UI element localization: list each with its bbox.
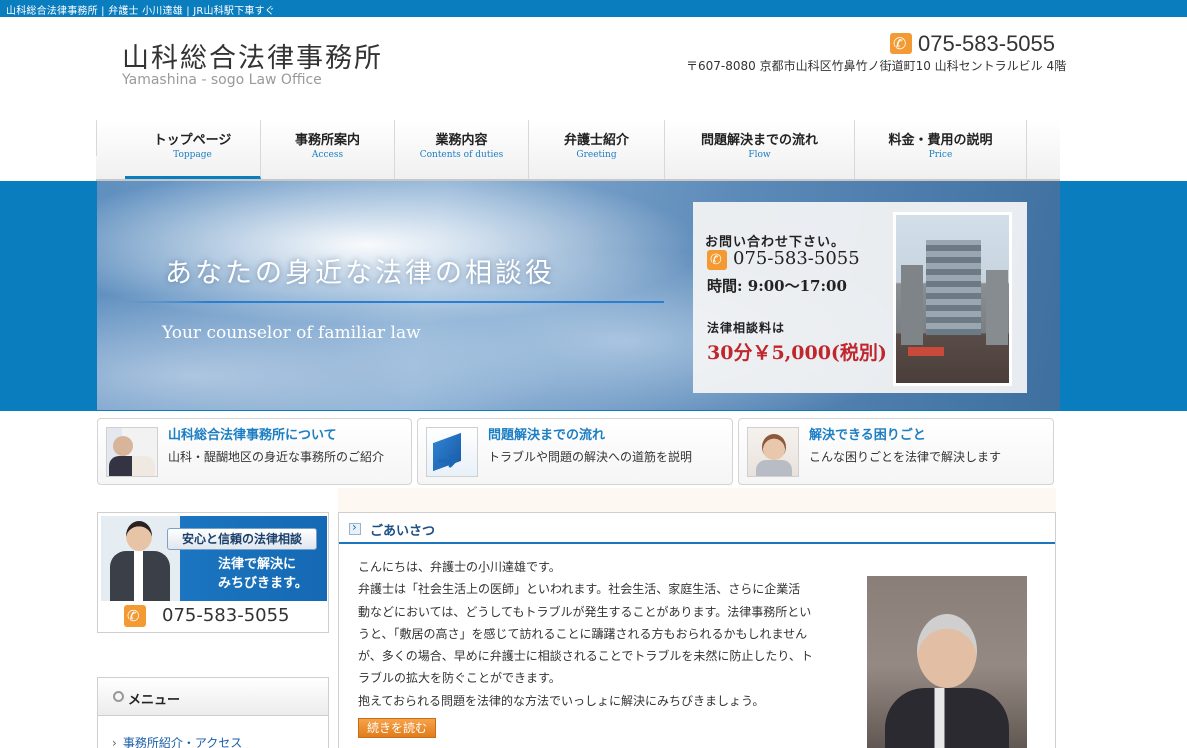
- nav-sublabel: Access: [311, 150, 344, 160]
- read-more-button[interactable]: 続きを読む: [358, 718, 436, 738]
- building-sign: [908, 347, 944, 356]
- banner-message-line: 法律で解決に: [218, 557, 297, 572]
- nav-item-toppage[interactable]: トップページ Toppage: [125, 120, 261, 179]
- sidebar-menu-title: メニュー: [128, 693, 181, 708]
- nav-label: トップページ: [153, 133, 232, 148]
- office-building-photo: [893, 212, 1012, 386]
- greeting-title: ごあいさつ: [370, 524, 436, 539]
- nav-label: 料金・費用の説明: [888, 133, 993, 148]
- nav-label: 業務内容: [435, 133, 488, 148]
- nav-label: 問題解決までの流れ: [700, 133, 818, 148]
- feature-card-description: 山科・醍醐地区の身近な事務所のご紹介: [168, 450, 385, 464]
- banner-tag: 安心と信頼の法律相談: [167, 528, 317, 550]
- feature-card-description: こんな困りごとを法律で解決します: [809, 450, 1002, 464]
- greeting-line: 抱えておられる問題を法律的な方法でいっしょに解決にみちびきましょう。: [358, 693, 765, 708]
- building-wing: [986, 270, 1008, 345]
- header-phone-number: 075-583-5055: [918, 31, 1056, 56]
- feature-card-title: 問題解決までの流れ: [488, 428, 606, 443]
- woman-thumbnail: [747, 427, 799, 477]
- feature-card-about[interactable]: 山科総合法律事務所について 山科・醍醐地区の身近な事務所のご紹介: [97, 418, 412, 485]
- fee-label: 法律相談料は: [707, 321, 786, 335]
- site-logo-english: Yamashina - sogo Law Office: [122, 72, 322, 88]
- banner-message-line: みちびきます。: [218, 576, 308, 591]
- greeting-line: ラブルの拡大を防ぐことができます。: [358, 671, 561, 686]
- feature-card-title: 山科総合法律事務所について: [168, 428, 337, 443]
- nav-sublabel: Contents of duties: [419, 150, 504, 160]
- greeting-header: ごあいさつ: [339, 513, 1055, 544]
- consultation-fee: 30分￥5,000(税別): [707, 342, 887, 364]
- feature-card-problems[interactable]: 解決できる困りごと こんな困りごとを法律で解決します: [738, 418, 1054, 485]
- sidebar-item-label: 事務所紹介・アクセス: [122, 736, 243, 748]
- phone-icon: [124, 605, 146, 627]
- hero-banner: あなたの身近な法律の相談役 Your counselor of familiar…: [97, 181, 1060, 410]
- nav-label: 弁護士紹介: [563, 133, 629, 148]
- top-strip-text: 山科総合法律事務所 | 弁護士 小川達雄 | JR山科駅下車すぐ: [6, 6, 275, 17]
- main-navigation: トップページ Toppage 事務所案内 Access 業務内容 Content…: [96, 120, 1060, 182]
- feature-card-flow[interactable]: 問題解決までの流れ トラブルや問題の解決への道筋を説明: [417, 418, 733, 485]
- nav-sublabel: Flow: [748, 150, 771, 160]
- greeting-line: 弁護士は「社会生活上の医師」といわれます。社会生活、家庭生活、さらに企業活: [358, 582, 801, 597]
- greeting-body: こんにちは、弁護士の小川達雄です。 弁護士は「社会生活上の医師」といわれます。社…: [358, 556, 843, 712]
- chevron-box-icon: [349, 520, 361, 535]
- contact-phone: 075-583-5055: [733, 248, 860, 269]
- greeting-line: 動などにおいては、どうしてもトラブルが発生することがあります。法律事務所とい: [358, 604, 812, 619]
- lawyer-illustration: [106, 517, 176, 601]
- office-hours: 時間: 9:00～17:00: [707, 277, 847, 295]
- phone-icon: [890, 33, 912, 54]
- contact-panel: お問い合わせ下さい。 075-583-5055 時間: 9:00～17:00 法…: [693, 202, 1027, 393]
- nav-sublabel: Price: [928, 150, 953, 160]
- phone-icon: [707, 250, 727, 270]
- nav-sublabel: Greeting: [576, 150, 617, 160]
- building-windows: [926, 240, 981, 335]
- nav-item-greeting[interactable]: 弁護士紹介 Greeting: [529, 120, 665, 179]
- top-strip: 山科総合法律事務所 | 弁護士 小川達雄 | JR山科駅下車すぐ: [0, 0, 1187, 17]
- hero-divider: [129, 301, 664, 303]
- building-wing: [901, 265, 923, 345]
- sidebar-menu: メニュー › 事務所紹介・アクセス: [97, 677, 329, 748]
- greeting-section: ごあいさつ こんにちは、弁護士の小川達雄です。 弁護士は「社会生活上の医師」とい…: [338, 512, 1056, 748]
- banner-phone: 075-583-5055: [162, 605, 290, 626]
- nav-item-access[interactable]: 事務所案内 Access: [261, 120, 395, 179]
- nav-item-price[interactable]: 料金・費用の説明 Price: [855, 120, 1027, 179]
- sidebar-item-access[interactable]: › 事務所紹介・アクセス: [112, 734, 242, 748]
- feature-card-description: トラブルや問題の解決への道筋を説明: [488, 450, 693, 464]
- sidebar-menu-header: メニュー: [98, 678, 328, 716]
- feature-card-title: 解決できる困りごと: [809, 428, 926, 443]
- nav-sublabel: Toppage: [173, 150, 212, 160]
- chevron-right-icon: ›: [112, 736, 117, 748]
- banner-message: 法律で解決に みちびきます。: [218, 555, 308, 593]
- greeting-line: うと、「敷居の高さ」を感じて訪れることに躊躇される方もおられるかもしれません: [358, 626, 808, 641]
- nav-label: 事務所案内: [294, 133, 360, 148]
- people-thumbnail: [106, 427, 158, 477]
- lawyer-photo: [867, 576, 1027, 748]
- circle-bullet-icon: [113, 691, 124, 702]
- greeting-line: が、多くの場合、早めに弁護士に相談されることでトラブルを未然に防止したり、ト: [358, 649, 813, 664]
- consultation-banner[interactable]: 安心と信頼の法律相談 法律で解決に みちびきます。 075-583-5055: [97, 512, 329, 633]
- hero-subtitle: Your counselor of familiar law: [162, 323, 421, 343]
- nav-item-duties[interactable]: 業務内容 Contents of duties: [395, 120, 529, 179]
- nav-divider: [96, 120, 97, 156]
- greeting-line: こんにちは、弁護士の小川達雄です。: [358, 560, 561, 574]
- content-top-strip: [338, 488, 1056, 512]
- header-phone: 075-583-5055: [890, 31, 1062, 57]
- nav-item-flow[interactable]: 問題解決までの流れ Flow: [665, 120, 855, 179]
- steps-arrow-thumbnail: [426, 427, 478, 477]
- header-address: 〒607-8080 京都市山科区竹鼻竹ノ街道町10 山科セントラルビル 4階: [686, 59, 1067, 73]
- hero-title: あなたの身近な法律の相談役: [165, 258, 555, 289]
- site-logo[interactable]: 山科総合法律事務所: [122, 36, 383, 75]
